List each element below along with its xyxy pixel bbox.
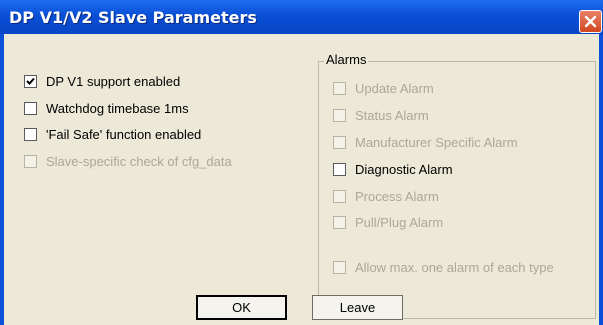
alarm-process: Process Alarm [333, 187, 439, 205]
option-label: DP V1 support enabled [46, 73, 181, 89]
checkbox [333, 81, 346, 95]
alarm-update: Update Alarm [333, 79, 434, 97]
alarms-group-caption: Alarms [324, 52, 369, 67]
checkbox [333, 108, 346, 122]
alarm-label: Status Alarm [355, 107, 429, 123]
dialog-window: DP V1/V2 Slave Parameters DP V1 support … [0, 0, 603, 325]
option-dp-v1-support[interactable]: DP V1 support enabled [24, 72, 180, 90]
close-icon [584, 15, 597, 28]
alarm-diagnostic[interactable]: Diagnostic Alarm [333, 160, 453, 178]
alarm-manufacturer-specific: Manufacturer Specific Alarm [333, 133, 518, 151]
window-title: DP V1/V2 Slave Parameters [9, 8, 257, 27]
option-fail-safe[interactable]: 'Fail Safe' function enabled [24, 125, 201, 143]
alarm-status: Status Alarm [333, 106, 429, 124]
option-label: Slave-specific check of cfg_data [46, 153, 232, 169]
option-slave-specific-check: Slave-specific check of cfg_data [24, 152, 232, 170]
checkbox[interactable] [24, 101, 37, 115]
option-label: 'Fail Safe' function enabled [46, 126, 202, 142]
checkbox [333, 189, 346, 203]
alarm-label: Pull/Plug Alarm [355, 214, 444, 230]
checkbox[interactable] [333, 162, 346, 176]
checkbox [24, 154, 37, 168]
alarm-label: Process Alarm [355, 188, 439, 204]
alarm-allow-max-one: Allow max. one alarm of each type [333, 258, 554, 276]
alarm-label: Allow max. one alarm of each type [355, 259, 554, 275]
alarm-label: Update Alarm [355, 80, 434, 96]
alarm-label: Manufacturer Specific Alarm [355, 134, 518, 150]
checkbox [333, 260, 346, 274]
checkbox [333, 215, 346, 229]
title-bar[interactable]: DP V1/V2 Slave Parameters [0, 0, 603, 34]
leave-button[interactable]: Leave [312, 295, 403, 320]
checkmark-icon [26, 77, 35, 85]
option-label: Watchdog timebase 1ms [46, 100, 189, 116]
alarm-pull-plug: Pull/Plug Alarm [333, 213, 443, 231]
alarm-label: Diagnostic Alarm [355, 161, 453, 177]
option-watchdog-timebase[interactable]: Watchdog timebase 1ms [24, 99, 189, 117]
checkbox[interactable] [24, 74, 37, 88]
ok-button[interactable]: OK [196, 295, 287, 320]
close-button[interactable] [579, 10, 602, 33]
checkbox[interactable] [24, 127, 37, 141]
dialog-body: DP V1 support enabled Watchdog timebase … [4, 34, 599, 325]
checkbox [333, 135, 346, 149]
